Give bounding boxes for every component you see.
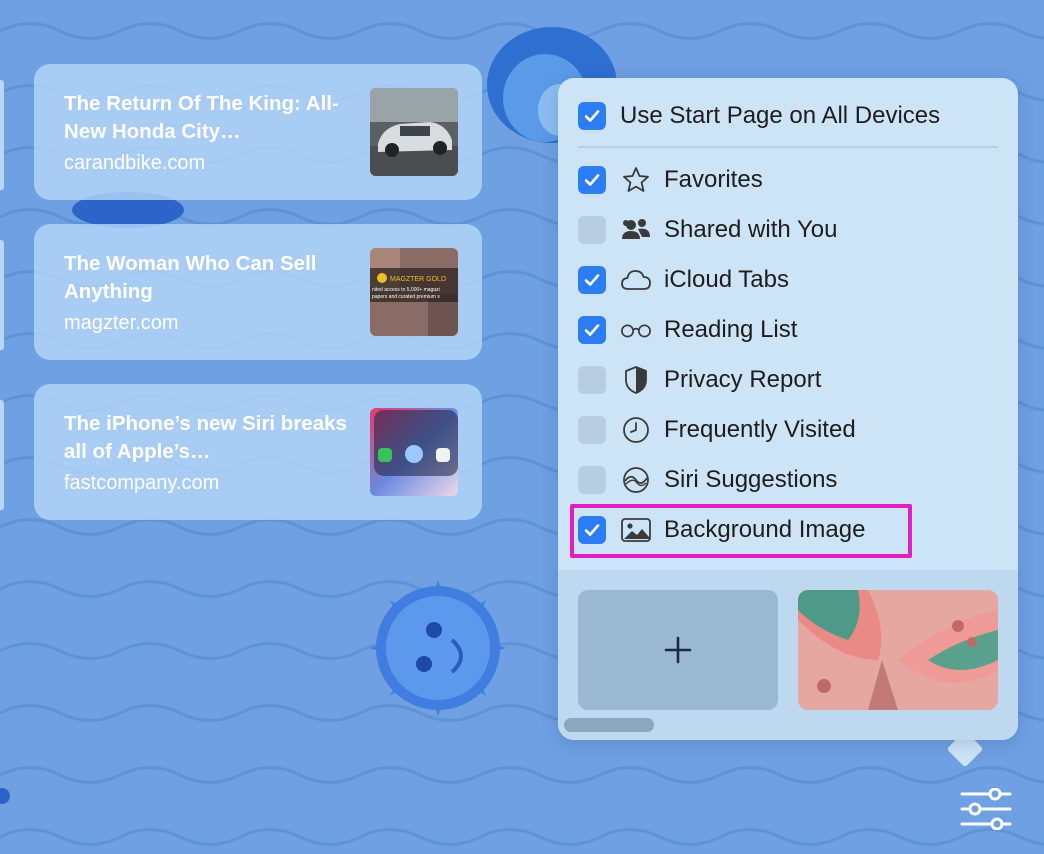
- option-icloud-tabs[interactable]: iCloud Tabs: [578, 264, 789, 296]
- card-domain: carandbike.com: [64, 152, 206, 174]
- edge-tab: [0, 400, 4, 510]
- option-favorites[interactable]: Favorites: [578, 164, 763, 196]
- sliders-icon: [960, 788, 1012, 830]
- privacy-report-checkbox[interactable]: [578, 366, 606, 394]
- edge-tab: [0, 80, 4, 190]
- favorites-checkbox[interactable]: [578, 166, 606, 194]
- clock-icon: [620, 414, 652, 446]
- magazine-tagline: nited access to 5,000+ magazi: [372, 287, 440, 293]
- people-icon: [620, 214, 652, 246]
- magazine-tagline: papers and curated premium s: [372, 294, 440, 300]
- frequently-visited-checkbox[interactable]: [578, 416, 606, 444]
- option-privacy-report[interactable]: Privacy Report: [578, 364, 821, 396]
- glasses-icon: [620, 314, 652, 346]
- magazine-thumbnail: MAGZTER GOLD nited access to 5,000+ maga…: [370, 248, 458, 336]
- card-title: The iPhone’s new Siri breaks all of Appl…: [64, 412, 347, 463]
- customize-start-page-button[interactable]: [958, 786, 1014, 832]
- option-label: iCloud Tabs: [664, 266, 789, 293]
- magazine-brand: MAGZTER GOLD: [390, 276, 446, 283]
- checkmark-icon: [584, 324, 600, 336]
- sync-checkbox[interactable]: [578, 102, 606, 130]
- iphone-siri-thumbnail: [370, 408, 458, 496]
- option-label: Shared with You: [664, 216, 838, 243]
- butterfly-wallpaper[interactable]: [798, 590, 998, 710]
- option-label: Siri Suggestions: [664, 466, 838, 493]
- card-title: The Woman Who Can Sell Anything: [64, 252, 317, 303]
- cloud-icon: [620, 264, 652, 296]
- option-label: Favorites: [664, 166, 763, 193]
- card-title: The Return Of The King: All-New Honda Ci…: [64, 92, 339, 143]
- checkmark-icon: [584, 110, 600, 122]
- background-image-gallery: [558, 570, 1018, 740]
- option-siri-suggestions[interactable]: Siri Suggestions: [578, 464, 837, 496]
- card-domain: magzter.com: [64, 312, 179, 334]
- option-frequently-visited[interactable]: Frequently Visited: [578, 414, 856, 446]
- sun-face-decoration: [370, 580, 506, 716]
- add-background-image-button[interactable]: [578, 590, 778, 710]
- shield-icon: [620, 364, 652, 396]
- option-shared-with-you[interactable]: Shared with You: [578, 214, 837, 246]
- star-icon: [620, 164, 652, 196]
- checkmark-icon: [584, 274, 600, 286]
- reading-list-card[interactable]: The iPhone’s new Siri breaks all of Appl…: [34, 384, 482, 520]
- car-photo-thumbnail: [370, 88, 458, 176]
- edge-tab: [0, 240, 4, 350]
- option-label: Reading List: [664, 316, 798, 343]
- plus-icon: [664, 636, 692, 664]
- option-reading-list[interactable]: Reading List: [578, 314, 797, 346]
- siri-icon: [620, 464, 652, 496]
- start-page-settings-popover: Use Start Page on All Devices Favorites …: [558, 78, 1018, 740]
- siri-suggestions-checkbox[interactable]: [578, 466, 606, 494]
- card-domain: fastcompany.com: [64, 472, 220, 494]
- reading-list-checkbox[interactable]: [578, 316, 606, 344]
- highlight-annotation-box: [570, 504, 912, 558]
- sync-label: Use Start Page on All Devices: [620, 102, 941, 129]
- option-label: Privacy Report: [664, 366, 822, 393]
- shared-with-you-checkbox[interactable]: [578, 216, 606, 244]
- checkmark-icon: [584, 174, 600, 186]
- reading-list-card[interactable]: The Return Of The King: All-New Honda Ci…: [34, 64, 482, 200]
- icloud-tabs-checkbox[interactable]: [578, 266, 606, 294]
- option-label: Frequently Visited: [664, 416, 856, 443]
- sync-start-page-row[interactable]: Use Start Page on All Devices: [578, 100, 940, 132]
- gallery-scrollbar[interactable]: [564, 718, 654, 732]
- section-divider: [578, 146, 998, 148]
- reading-list-card[interactable]: The Woman Who Can Sell Anything magzter.…: [34, 224, 482, 360]
